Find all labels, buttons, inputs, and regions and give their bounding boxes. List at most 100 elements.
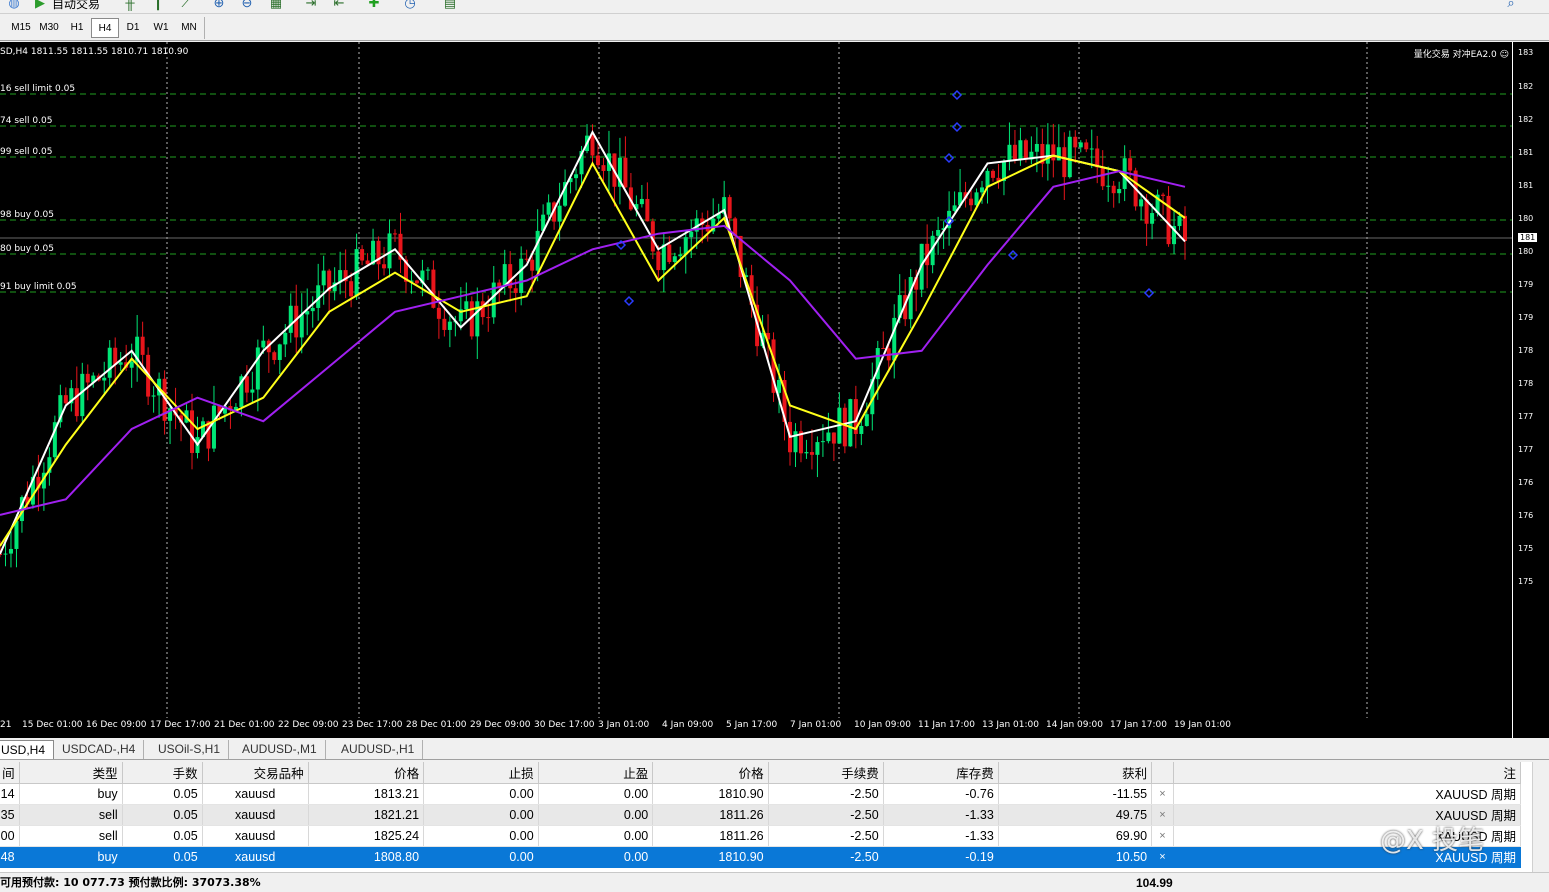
order-marker <box>1143 287 1155 299</box>
candle-body <box>864 414 869 426</box>
cell-swap: -0.76 <box>883 783 999 805</box>
time-label: 29 Dec 09:00 <box>470 720 531 730</box>
time-label: 15 Dec 01:00 <box>22 720 83 730</box>
scroll-icon[interactable]: ⇥ <box>303 0 319 11</box>
col-swap[interactable]: 库存费 <box>883 762 999 784</box>
price-axis <box>1512 42 1549 738</box>
tf-mn[interactable]: MN <box>175 18 203 38</box>
cell-tp[interactable]: 0.00 <box>538 804 654 826</box>
candle-body <box>831 432 836 444</box>
candle-body <box>118 362 123 365</box>
candle-body <box>414 280 419 284</box>
candle-body <box>1084 142 1089 150</box>
autotrade-icon[interactable]: ▶ <box>32 0 48 11</box>
candles-icon[interactable]: ┃ <box>150 0 166 11</box>
close-order-icon[interactable]: × <box>1151 846 1174 868</box>
col-type[interactable]: 类型 <box>19 762 123 784</box>
cell-tp[interactable]: 0.00 <box>538 825 654 847</box>
col-symbol[interactable]: 交易品种 <box>202 762 309 784</box>
cell-profit: 69.90 <box>998 825 1153 847</box>
tab-audusd-m1[interactable]: AUDUSD-,M1 <box>234 740 326 759</box>
tf-h4[interactable]: H4 <box>91 18 119 38</box>
col-close <box>1151 762 1174 784</box>
zoom-in-icon[interactable]: ⊕ <box>211 0 227 11</box>
zoom-out-icon[interactable]: ⊖ <box>239 0 255 11</box>
cell-swap: -1.33 <box>883 804 999 826</box>
cell-tp[interactable]: 0.00 <box>538 783 654 805</box>
candle-body <box>1012 144 1017 161</box>
tf-m30[interactable]: M30 <box>35 18 63 38</box>
col-comment[interactable]: 注 <box>1173 762 1522 784</box>
candle-body <box>513 288 518 293</box>
bar-chart-icon[interactable]: ╫ <box>122 0 138 11</box>
col-time[interactable]: 间 <box>0 762 20 784</box>
candle-body <box>804 452 809 454</box>
col-current[interactable]: 价格 <box>652 762 769 784</box>
templates-icon[interactable]: ▤ <box>442 0 458 11</box>
cell-sl[interactable]: 0.00 <box>423 783 539 805</box>
order-label: 98 buy 0.05 <box>0 210 54 220</box>
candle-body <box>1095 148 1100 168</box>
globe-icon[interactable]: ◍ <box>6 0 22 11</box>
price-label: 177 <box>1518 412 1534 421</box>
order-label: 91 buy limit 0.05 <box>0 282 77 292</box>
tf-d1[interactable]: D1 <box>119 18 147 38</box>
periods-icon[interactable]: ◷ <box>402 0 418 11</box>
candle-body <box>623 157 628 188</box>
price-label: 177 <box>1518 445 1534 454</box>
price-label: 181 <box>1518 148 1534 157</box>
cell-sl[interactable]: 0.00 <box>423 846 539 868</box>
line-chart-icon[interactable]: ⟋ <box>178 0 194 11</box>
tf-h1[interactable]: H1 <box>63 18 91 38</box>
col-price[interactable]: 价格 <box>308 762 425 784</box>
table-row[interactable]: :00 sell 0.05 xauusd 1825.24 0.00 0.00 1… <box>0 825 1522 847</box>
close-order-icon[interactable]: × <box>1151 825 1174 847</box>
candle-body <box>250 389 255 393</box>
col-sl[interactable]: 止损 <box>423 762 539 784</box>
candle-body <box>1062 147 1067 178</box>
price-chart[interactable]: SD,H4 1811.55 1811.55 1810.71 1810.90 量化… <box>0 42 1549 738</box>
col-tp[interactable]: 止盈 <box>538 762 654 784</box>
candle-body <box>486 317 491 319</box>
cell-current: 1810.90 <box>652 846 769 868</box>
tile-icon[interactable]: ▦ <box>268 0 284 11</box>
close-order-icon[interactable]: × <box>1151 804 1174 826</box>
tf-m15[interactable]: M15 <box>7 18 35 38</box>
cell-price: 1825.24 <box>308 825 425 847</box>
candle-body <box>74 388 79 417</box>
trade-terminal: 间 类型 手数 交易品种 价格 止损 止盈 价格 手续费 库存费 获利 注 14… <box>0 762 1549 892</box>
candle-body <box>1183 215 1187 242</box>
candle-body <box>678 254 683 257</box>
close-order-icon[interactable]: × <box>1151 783 1174 805</box>
table-row-selected[interactable]: :48 buy 0.05 xauusd 1808.80 0.00 0.00 18… <box>0 846 1522 868</box>
table-row[interactable]: :35 sell 0.05 xauusd 1821.21 0.00 0.00 1… <box>0 804 1522 826</box>
time-label: 17 Dec 17:00 <box>150 720 211 730</box>
candle-body <box>349 281 354 297</box>
time-label: 10 Jan 09:00 <box>854 720 911 730</box>
tab-usd-h4[interactable]: USD,H4 <box>0 740 55 759</box>
col-lots[interactable]: 手数 <box>122 762 203 784</box>
col-profit[interactable]: 获利 <box>998 762 1153 784</box>
indicators-icon[interactable]: ✚ <box>366 0 382 11</box>
shift-icon[interactable]: ⇤ <box>331 0 347 11</box>
cell-current: 1811.26 <box>652 825 769 847</box>
time-label: 7 Jan 01:00 <box>790 720 842 730</box>
autotrade-button-label[interactable]: 自动交易 <box>52 0 100 12</box>
cell-tp[interactable]: 0.00 <box>538 846 654 868</box>
candle-body <box>820 441 825 443</box>
candle-body <box>85 373 90 383</box>
search-icon[interactable]: ⌕ <box>1503 0 1519 11</box>
ma-mid-line <box>0 154 1186 547</box>
tab-audusd-h1[interactable]: AUDUSD-,H1 <box>333 740 424 759</box>
col-commission[interactable]: 手续费 <box>768 762 884 784</box>
cell-sl[interactable]: 0.00 <box>423 825 539 847</box>
cell-sl[interactable]: 0.00 <box>423 804 539 826</box>
candle-body <box>63 395 68 404</box>
cell-lots: 0.05 <box>122 783 203 805</box>
tab-usdcad-h4[interactable]: USDCAD-,H4 <box>54 740 145 759</box>
candle-body <box>140 336 145 355</box>
vertical-scrollbar[interactable] <box>1532 762 1549 872</box>
tf-w1[interactable]: W1 <box>147 18 175 38</box>
table-row[interactable]: :14 buy 0.05 xauusd 1813.21 0.00 0.00 18… <box>0 783 1522 805</box>
tab-usoil-h1[interactable]: USOil-S,H1 <box>150 740 230 759</box>
